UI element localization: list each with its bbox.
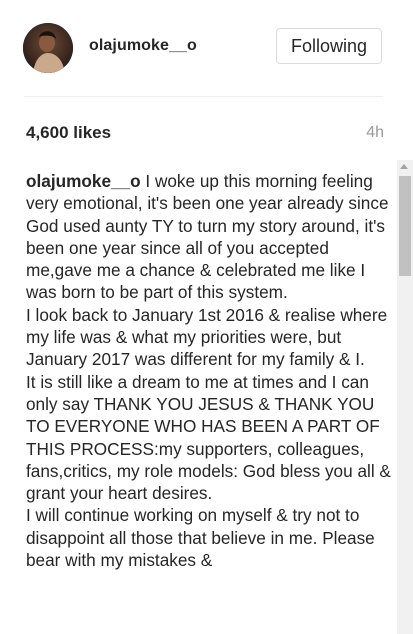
caption-paragraph: olajumoke__o I woke up this morning feel… (26, 170, 396, 304)
header-divider (24, 96, 383, 97)
likes-count[interactable]: 4,600 likes (26, 123, 111, 143)
post-header: olajumoke__o Following (0, 0, 413, 97)
profile-photo (23, 23, 73, 73)
caption-scroll-area[interactable]: olajumoke__o I woke up this morning feel… (26, 160, 396, 634)
post-time[interactable]: 4h (366, 124, 384, 142)
caption-author[interactable]: olajumoke__o (26, 171, 141, 191)
scrollbar-thumb[interactable] (399, 176, 411, 276)
caption-paragraph: It is still like a dream to me at times … (26, 371, 391, 504)
chevron-up-icon[interactable] (400, 164, 408, 169)
caption-paragraph: I will continue working on myself & try … (26, 505, 375, 571)
caption-paragraph: I look back to January 1st 2016 & realis… (26, 304, 388, 370)
post-username[interactable]: olajumoke__o (89, 37, 197, 55)
caption: olajumoke__o I woke up this morning feel… (26, 170, 396, 571)
avatar[interactable] (23, 23, 73, 73)
following-button[interactable]: Following (276, 28, 382, 64)
